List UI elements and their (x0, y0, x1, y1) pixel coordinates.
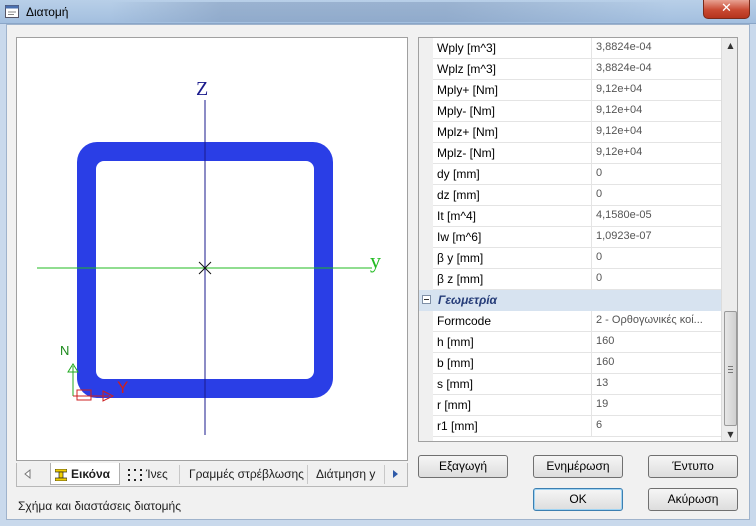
scroll-down-icon[interactable]: ▼ (722, 427, 737, 441)
gizmo-n-label: N (60, 343, 69, 358)
property-name: Iw [m^6] (437, 230, 482, 244)
z-axis-label: Z (196, 78, 208, 100)
property-row[interactable]: Iw [m^6] 1,0923e-07 (433, 227, 721, 248)
tab-shear-y[interactable]: Διάτμηση y (308, 465, 385, 484)
tab-warping-lines[interactable]: Γραμμές στρέβλωσης (180, 465, 308, 484)
property-row[interactable]: b [mm] 160 (433, 353, 721, 374)
property-row[interactable]: dz [mm] 0 (433, 185, 721, 206)
tab-shear-y-label: Διάτμηση y (316, 467, 376, 481)
property-row[interactable]: s [mm] 13 (433, 374, 721, 395)
property-row[interactable]: h [mm] 160 (433, 332, 721, 353)
gizmo-y-label: Y (117, 378, 128, 397)
app-icon (5, 5, 19, 18)
property-row[interactable]: Wplz [m^3] 3,8824e-04 (433, 59, 721, 80)
property-name: dz [mm] (437, 188, 480, 202)
property-value: 160 (591, 353, 721, 373)
property-name: dy [mm] (437, 167, 480, 181)
property-row[interactable]: Mply+ [Nm] 9,12e+04 (433, 80, 721, 101)
tab-scroll-left-icon[interactable] (21, 467, 35, 481)
grid-gutter (419, 38, 433, 441)
property-value: 3,8824e-04 (591, 59, 721, 79)
property-name: Wply [m^3] (437, 41, 496, 55)
tab-fibers-label: Ίνες (146, 467, 168, 481)
property-scrollbar[interactable]: ▲ ▼ (721, 38, 737, 441)
property-value: 6 (591, 416, 721, 436)
property-name: s [mm] (437, 377, 473, 391)
property-value: 13 (591, 374, 721, 394)
preview-tabs: Εικόνα Ίνες Γραμμές στρέβλωσης Διάτμηση … (16, 463, 408, 487)
property-row[interactable]: Mply- [Nm] 9,12e+04 (433, 101, 721, 122)
tab-image[interactable]: Εικόνα (50, 463, 120, 485)
property-row[interactable]: dy [mm] 0 (433, 164, 721, 185)
property-value: 3,8824e-04 (591, 38, 721, 58)
scroll-up-icon[interactable]: ▲ (722, 38, 737, 54)
property-name: Wplz [m^3] (437, 62, 496, 76)
property-value: 1,0923e-07 (591, 227, 721, 247)
property-name: b [mm] (437, 356, 474, 370)
grip-icon (728, 366, 733, 373)
category-geometry[interactable]: Γεωμετρία (419, 290, 721, 311)
property-value: 9,12e+04 (591, 80, 721, 100)
export-button[interactable]: Εξαγωγή (418, 455, 508, 478)
background-toolbar (110, 2, 670, 22)
property-name: It [m^4] (437, 209, 476, 223)
property-row[interactable]: Formcode 2 - Ορθογωνικές κοί... (433, 311, 721, 332)
category-label: Γεωμετρία (438, 293, 497, 307)
property-value: 9,12e+04 (591, 101, 721, 121)
property-row[interactable]: Wply [m^3] 3,8824e-04 (433, 38, 721, 59)
property-row[interactable]: Mplz- [Nm] 9,12e+04 (433, 143, 721, 164)
property-value: 0 (591, 185, 721, 205)
property-name: β y [mm] (437, 251, 484, 265)
property-name: Mplz+ [Nm] (437, 125, 499, 139)
ok-button[interactable]: OK (533, 488, 623, 511)
property-grid: Wply [m^3] 3,8824e-04 Wplz [m^3] 3,8824e-0… (418, 37, 738, 442)
i-beam-icon (55, 468, 67, 481)
property-name: Mply+ [Nm] (437, 83, 499, 97)
property-row[interactable]: β y [mm] 0 (433, 248, 721, 269)
title-bar: Διατομή ✕ (0, 0, 756, 24)
property-value: 4,1580e-05 (591, 206, 721, 226)
property-value: 0 (591, 164, 721, 184)
property-row[interactable]: r [mm] 19 (433, 395, 721, 416)
property-value: 160 (591, 332, 721, 352)
property-value: 0 (591, 248, 721, 268)
property-name: h [mm] (437, 335, 474, 349)
property-row[interactable]: It [m^4] 4,1580e-05 (433, 206, 721, 227)
property-value: 19 (591, 395, 721, 415)
section-preview: Z y N Y (16, 37, 408, 461)
section-drawing: Z y N Y (37, 78, 381, 435)
property-row[interactable]: Mplz+ [Nm] 9,12e+04 (433, 122, 721, 143)
property-name: Mply- [Nm] (437, 104, 495, 118)
tab-fibers[interactable]: Ίνες (120, 465, 180, 484)
tab-image-label: Εικόνα (71, 467, 111, 481)
collapse-toggle-icon[interactable] (422, 295, 431, 304)
window-title: Διατομή (26, 5, 69, 19)
property-value: 9,12e+04 (591, 122, 721, 142)
y-axis-label: y (370, 248, 381, 273)
property-row[interactable]: r1 [mm] 6 (433, 416, 721, 437)
close-button[interactable]: ✕ (703, 0, 750, 19)
property-name: r1 [mm] (437, 419, 478, 433)
property-value: 0 (591, 269, 721, 289)
property-name: β z [mm] (437, 272, 484, 286)
scroll-thumb[interactable] (724, 311, 737, 426)
status-text: Σχήμα και διαστάσεις διατομής (18, 499, 182, 513)
tab-warping-lines-label: Γραμμές στρέβλωσης (189, 467, 304, 481)
property-value: 2 - Ορθογωνικές κοί... (591, 311, 721, 331)
print-button[interactable]: Έντυπο (648, 455, 738, 478)
update-button[interactable]: Ενημέρωση (533, 455, 623, 478)
cancel-button[interactable]: Ακύρωση (648, 488, 738, 511)
property-name: Formcode (437, 314, 492, 328)
property-name: Mplz- [Nm] (437, 146, 495, 160)
dotted-frame-icon (128, 468, 142, 481)
property-name: r [mm] (437, 398, 471, 412)
property-value: 9,12e+04 (591, 143, 721, 163)
tab-scroll-right-icon[interactable] (388, 467, 402, 481)
property-row[interactable]: β z [mm] 0 (433, 269, 721, 290)
